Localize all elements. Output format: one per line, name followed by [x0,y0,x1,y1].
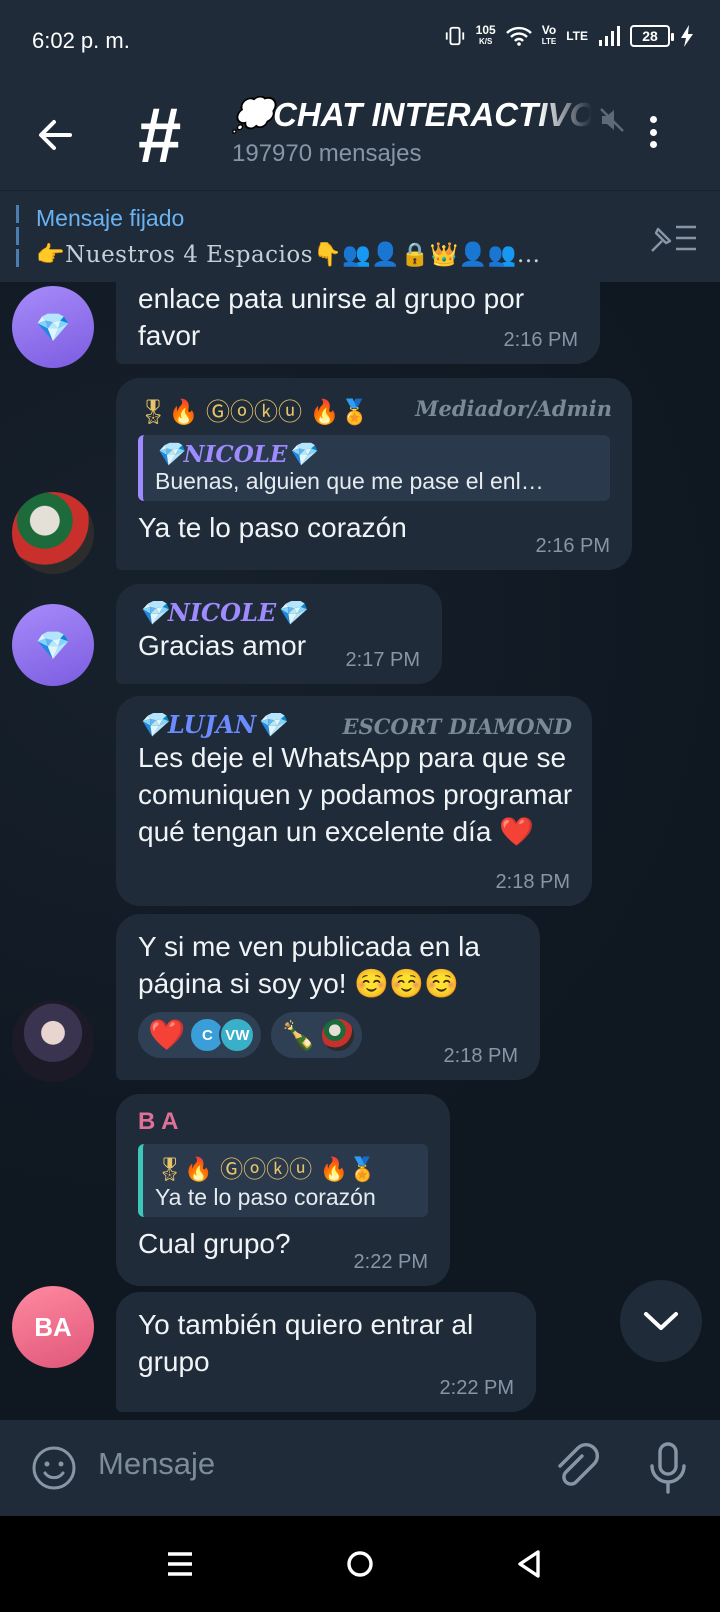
battery-icon: 28 [630,25,674,47]
reply-sender: 💎NICOLE💎 [155,441,317,468]
message-bubble[interactable]: 🎖🔥 Ⓖⓞⓚⓤ 🔥🏅 Mediador/Admin 💎NICOLE💎 Buena… [116,378,632,570]
message-composer: Mensaje [0,1420,720,1516]
sender-name[interactable]: B A [138,1108,428,1136]
message-list[interactable]: 💎 enlace pata unirse al grupo por favor … [0,282,720,1420]
message-text: Les deje el WhatsApp para que se comuniq… [138,742,573,847]
avatar-ba[interactable]: BA [12,1286,94,1368]
sender-role: Mediador/Admin [415,396,612,421]
message-bubble[interactable]: B A 🎖🔥 Ⓖⓞⓚⓤ 🔥🏅 Ya te lo paso corazón Cua… [116,1094,450,1286]
reply-text: Buenas, alguien que me pase el enl… [155,468,544,494]
home-icon[interactable] [342,1546,378,1582]
status-time: 6:02 p. m. [32,28,130,53]
back-nav-icon[interactable] [512,1546,548,1582]
mic-icon[interactable] [648,1440,688,1496]
message-time: 2:18 PM [495,871,570,893]
avatar-goku[interactable] [12,492,94,574]
pinned-text: 👉Nuestros 4 Espacios👇👥👤🔒👑👤👥... [36,242,541,268]
system-nav-bar [0,1516,720,1612]
scroll-down-button[interactable] [620,1280,702,1362]
recents-icon[interactable] [162,1546,198,1582]
message-text: Yo también quiero entrar al grupo [138,1309,474,1377]
message-time: 2:16 PM [535,535,610,557]
reactor-avatar: VW [219,1017,256,1053]
message-bubble[interactable]: enlace pata unirse al grupo por favor 2:… [116,282,600,364]
status-icons: 105 K/S Vo LTE LTE 28 [444,24,694,48]
pinned-message[interactable]: Mensaje fijado 👉Nuestros 4 Espacios👇👥👤🔒👑… [0,190,720,282]
vibrate-icon [445,26,464,46]
muted-icon [600,108,624,132]
network-speed: 105 K/S [475,23,496,46]
message-bubble[interactable]: Yo también quiero entrar al grupo 2:22 P… [116,1292,536,1412]
reactor-avatar [320,1017,357,1053]
hash-icon[interactable]: # [138,96,181,174]
lte-icon: LTE [566,29,588,43]
message-input[interactable]: Mensaje [98,1446,215,1482]
sender-role: ESCORT DIAMOND [342,714,572,739]
back-arrow-icon[interactable] [30,110,80,160]
message-time: 2:16 PM [503,329,578,351]
message-bubble[interactable]: Y si me ven publicada en la página si so… [116,914,540,1080]
status-bar: 6:02 p. m. 105 K/S Vo LTE LTE 28 [0,0,720,82]
message-bubble[interactable]: 💎LUJAN💎 ESCORT DIAMOND Les deje el Whats… [116,696,592,906]
more-options-icon[interactable] [640,112,666,152]
pinned-list-icon[interactable] [648,221,698,255]
emoji-icon[interactable] [30,1444,78,1492]
chat-title[interactable]: 💭CHAT INTERACTIVO [232,96,592,135]
message-time: 2:22 PM [353,1251,428,1273]
message-count: 197970 mensajes [232,140,422,167]
reply-preview[interactable]: 🎖🔥 Ⓖⓞⓚⓤ 🔥🏅 Ya te lo paso corazón [138,1144,428,1217]
message-text: Y si me ven publicada en la página si so… [138,931,480,999]
reply-sender: 🎖🔥 Ⓖⓞⓚⓤ 🔥🏅 [155,1157,377,1183]
reaction-heart[interactable]: ❤️ C VW [138,1012,262,1058]
pinned-indicator [16,205,19,269]
reply-preview[interactable]: 💎NICOLE💎 Buenas, alguien que me pase el … [138,435,610,501]
volte-icon: Vo LTE [541,23,557,46]
reply-text: Ya te lo paso corazón [155,1184,376,1210]
pinned-title: Mensaje fijado [36,205,185,231]
signal-icon [599,26,620,46]
message-time: 2:17 PM [345,649,420,671]
avatar-user[interactable] [12,1000,94,1082]
message-bubble[interactable]: 💎NICOLE💎 Gracias amor 2:17 PM [116,584,442,684]
chevron-down-icon [644,1312,678,1330]
reaction-champagne[interactable]: 🍾 [271,1012,363,1058]
wifi-icon [505,26,532,46]
avatar-nicole[interactable]: 💎 [12,604,94,686]
message-time: 2:22 PM [439,1377,514,1399]
avatar-nicole[interactable]: 💎 [12,286,94,368]
attach-icon[interactable] [552,1442,600,1494]
chat-header: # 💭CHAT INTERACTIVO 197970 mensajes [0,82,720,190]
sender-name[interactable]: 💎NICOLE💎 [138,598,420,627]
message-time: 2:18 PM [443,1045,518,1067]
charging-icon [681,25,693,47]
